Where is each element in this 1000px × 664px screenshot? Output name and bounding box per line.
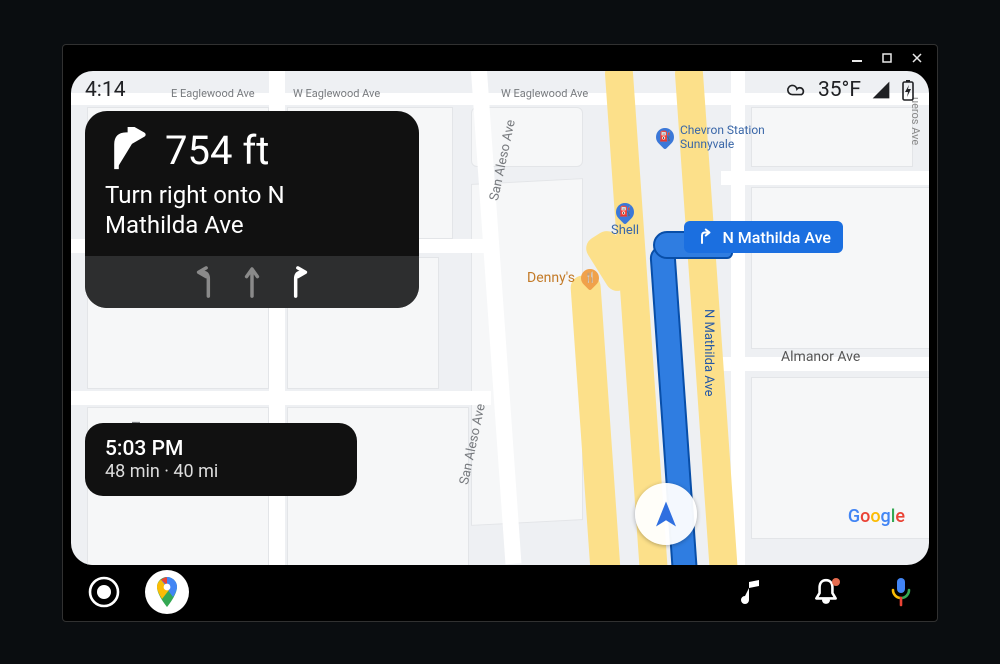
lane-right-icon xyxy=(287,265,313,299)
current-location-cursor[interactable] xyxy=(635,483,697,545)
weather-icon xyxy=(786,79,808,101)
distance: 754 ft xyxy=(165,127,269,174)
music-button[interactable] xyxy=(739,578,763,606)
clock: 4:14 xyxy=(85,78,126,102)
poi-shell[interactable]: ⛽ Shell xyxy=(611,203,639,238)
dock xyxy=(71,567,929,617)
close-button[interactable] xyxy=(903,48,931,68)
app-window: E Eaglewood Ave W Eaglewood Ave W Eaglew… xyxy=(62,44,938,622)
poi-chevron-label: Chevron Station Sunnyvale xyxy=(680,123,774,151)
poi-dennys[interactable]: Denny's 🍴 xyxy=(527,269,599,287)
notification-dot xyxy=(832,578,840,586)
instruction-line2: Mathilda Ave xyxy=(105,210,399,240)
eta-card[interactable]: 5:03 PM 48 min · 40 mi xyxy=(85,423,357,496)
road-label-almanor: Almanor Ave xyxy=(781,349,860,365)
poi-dennys-label: Denny's xyxy=(527,270,575,286)
instruction-line1: Turn right onto N xyxy=(105,180,399,210)
maps-app-button[interactable] xyxy=(145,570,189,614)
poi-shell-label: Shell xyxy=(611,223,639,238)
microphone-icon xyxy=(889,576,913,608)
temperature: 35°F xyxy=(818,78,861,102)
road-label-mathilda: N Mathilda Ave xyxy=(701,309,716,397)
voice-assistant-button[interactable] xyxy=(889,576,913,608)
poi-chevron[interactable]: ⛽ Chevron Station Sunnyvale xyxy=(656,123,774,151)
google-attribution: Google xyxy=(848,506,905,527)
navigation-arrow-icon xyxy=(651,499,681,529)
lane-guidance xyxy=(85,256,419,308)
notifications-button[interactable] xyxy=(813,577,839,607)
navigation-card: 754 ft Turn right onto N Mathilda Ave xyxy=(85,111,419,308)
restaurant-pin-icon: 🍴 xyxy=(577,265,602,290)
google-maps-icon xyxy=(155,577,179,607)
maximize-button[interactable] xyxy=(873,48,901,68)
lane-straight-icon xyxy=(239,265,265,299)
lane-left-icon xyxy=(191,265,217,299)
turn-right-arrow-icon xyxy=(105,127,151,173)
launcher-button[interactable] xyxy=(87,575,121,609)
cell-signal-icon xyxy=(871,80,891,100)
music-note-icon xyxy=(739,578,763,606)
status-bar: 4:14 35°F xyxy=(71,71,929,109)
current-street-pill[interactable]: N Mathilda Ave xyxy=(684,221,843,253)
battery-icon xyxy=(901,79,915,101)
eta-detail: 48 min · 40 mi xyxy=(105,461,337,482)
gas-pin-icon: ⛽ xyxy=(652,124,677,149)
gas-pin-icon: ⛽ xyxy=(612,199,637,224)
eta-arrival: 5:03 PM xyxy=(105,437,337,461)
content-area: E Eaglewood Ave W Eaglewood Ave W Eaglew… xyxy=(71,71,929,565)
turn-right-icon xyxy=(696,228,714,246)
circle-target-icon xyxy=(87,575,121,609)
current-street-label: N Mathilda Ave xyxy=(722,228,831,247)
minimize-button[interactable] xyxy=(843,48,871,68)
instruction: Turn right onto N Mathilda Ave xyxy=(85,180,419,256)
titlebar xyxy=(63,45,937,71)
